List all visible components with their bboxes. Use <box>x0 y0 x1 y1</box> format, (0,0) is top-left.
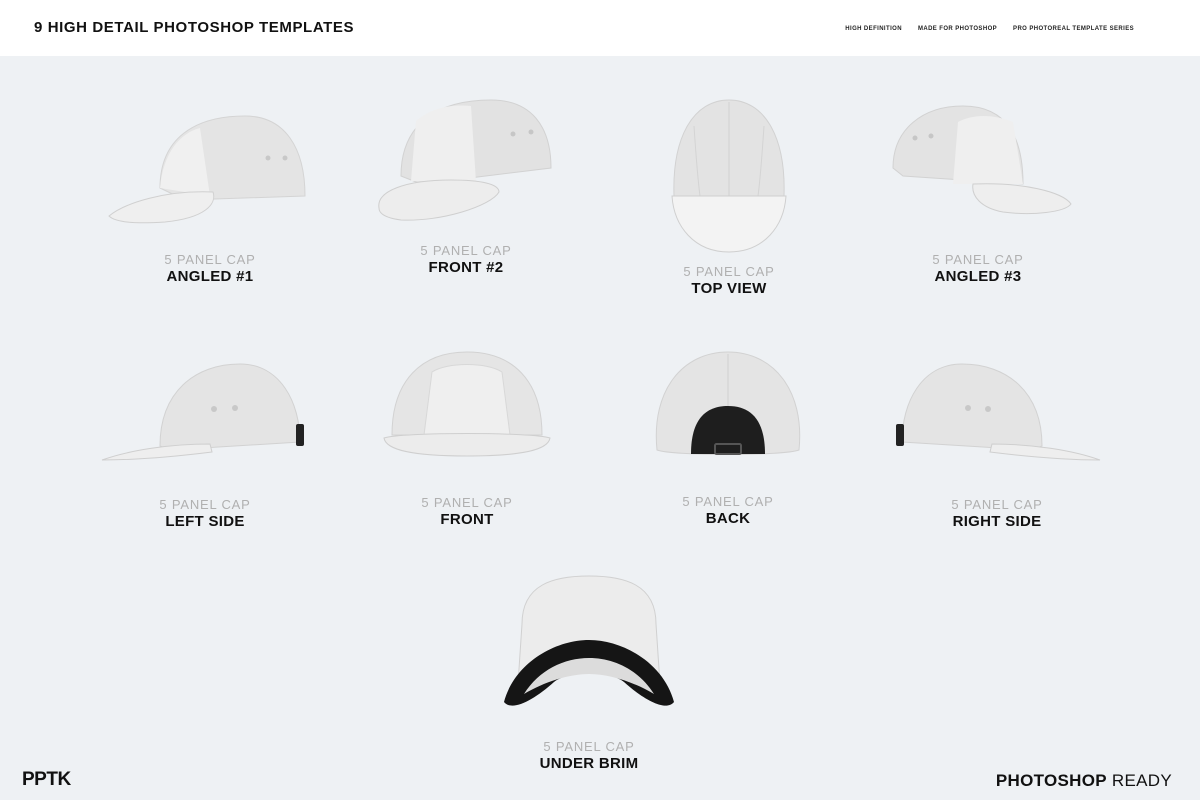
cap-front-2: 5 PANEL CAP FRONT #2 <box>361 96 571 276</box>
cap-left-side-image <box>101 363 304 461</box>
cap-back-image <box>655 351 801 455</box>
cap-subtitle: 5 PANEL CAP <box>421 495 513 510</box>
cap-subtitle: 5 PANEL CAP <box>932 252 1024 267</box>
tag-pro-photoreal: PRO PHOTOREAL TEMPLATE SERIES <box>1013 26 1134 32</box>
page-title: 9 HIGH DETAIL PHOTOSHOP TEMPLATES <box>34 19 355 36</box>
cap-subtitle: 5 PANEL CAP <box>543 739 635 754</box>
cap-right-side: 5 PANEL CAP RIGHT SIDE <box>892 362 1102 530</box>
cap-subtitle: 5 PANEL CAP <box>682 494 774 509</box>
cap-subtitle: 5 PANEL CAP <box>164 252 256 267</box>
cap-angled-3: 5 PANEL CAP ANGLED #3 <box>873 104 1083 285</box>
header-tags: HIGH DEFINITION MADE FOR PHOTOSHOP PRO P… <box>845 26 1134 32</box>
ready-rest: READY <box>1111 771 1172 790</box>
cap-angled-1-image <box>108 115 306 224</box>
cap-subtitle: 5 PANEL CAP <box>420 243 512 258</box>
cap-back: 5 PANEL CAP BACK <box>623 350 833 527</box>
cap-name: ANGLED #1 <box>166 268 254 285</box>
cap-front-2-image <box>378 99 552 221</box>
cap-name: TOP VIEW <box>691 280 767 297</box>
brand-logo: PPTK <box>22 769 71 790</box>
cap-front-image <box>383 351 551 457</box>
cap-name: RIGHT SIDE <box>952 513 1042 530</box>
cap-angled-3-image <box>892 105 1072 215</box>
cap-name: UNDER BRIM <box>539 755 639 772</box>
cap-top-view-image <box>671 99 787 253</box>
cap-name: FRONT <box>440 511 494 528</box>
ready-bold: PHOTOSHOP <box>995 771 1107 790</box>
tag-high-definition: HIGH DEFINITION <box>845 26 902 32</box>
cap-name: LEFT SIDE <box>165 513 245 530</box>
cap-left-side: 5 PANEL CAP LEFT SIDE <box>100 362 310 530</box>
tag-made-for-photoshop: MADE FOR PHOTOSHOP <box>917 26 998 32</box>
cap-name: ANGLED #3 <box>934 268 1022 285</box>
cap-subtitle: 5 PANEL CAP <box>159 497 251 512</box>
cap-under-brim-image <box>504 575 674 706</box>
cap-front: 5 PANEL CAP FRONT <box>362 350 572 528</box>
cap-top-view: 5 PANEL CAP TOP VIEW <box>624 96 834 297</box>
header-bar: 9 HIGH DETAIL PHOTOSHOP TEMPLATES HIGH D… <box>0 0 1200 56</box>
cap-under-brim: 5 PANEL CAP UNDER BRIM <box>484 574 694 772</box>
cap-name: FRONT #2 <box>428 259 504 276</box>
cap-right-side-image <box>896 363 1101 461</box>
photoshop-ready-label: PHOTOSHOP READY <box>996 771 1172 791</box>
cap-angled-1: 5 PANEL CAP ANGLED #1 <box>105 108 315 285</box>
cap-subtitle: 5 PANEL CAP <box>951 497 1043 512</box>
cap-subtitle: 5 PANEL CAP <box>683 264 775 279</box>
cap-name: BACK <box>705 510 751 527</box>
